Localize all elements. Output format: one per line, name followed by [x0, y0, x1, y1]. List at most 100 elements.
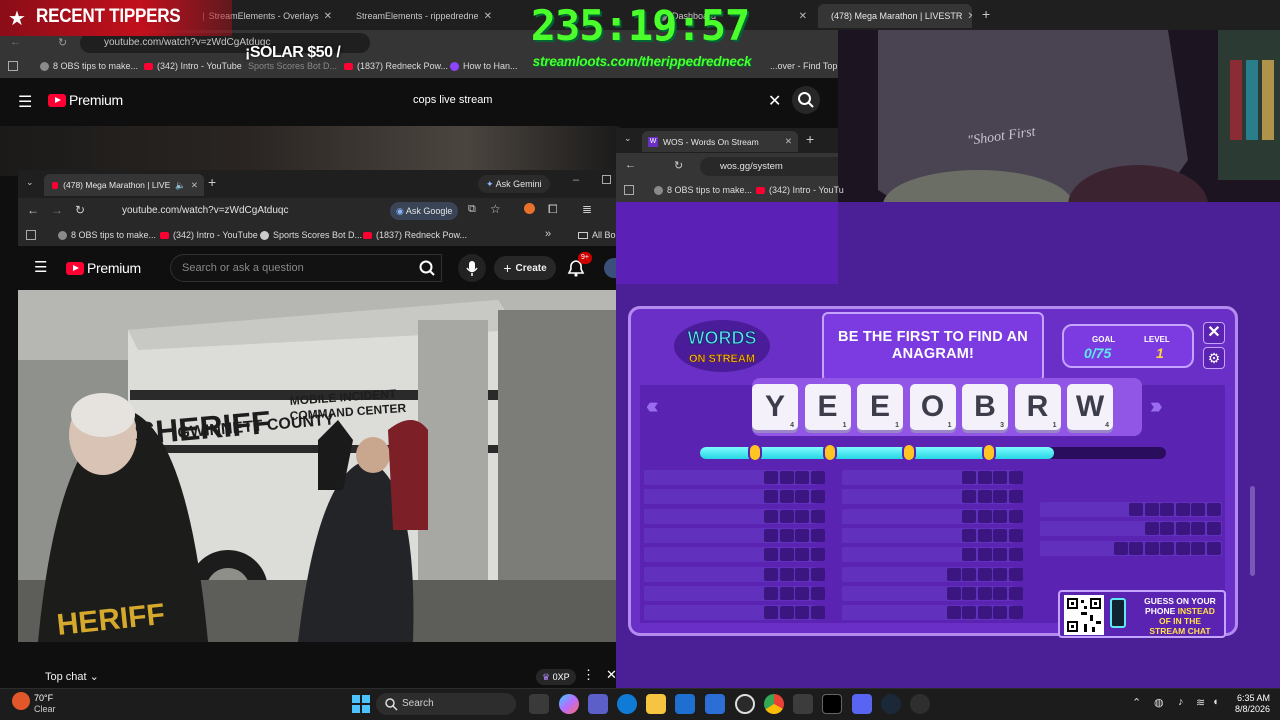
reload-icon[interactable]: ↻	[674, 159, 683, 172]
all-bookmarks[interactable]: All Bo	[578, 230, 616, 240]
more-options-icon[interactable]: ⋮	[582, 667, 595, 683]
level-value: 1	[1156, 345, 1164, 361]
app-icon[interactable]	[910, 694, 930, 714]
tab-mega-marathon[interactable]: (478) Mega Marathon | LIVESTR ✕	[818, 4, 972, 28]
close-icon[interactable]: ✕	[967, 11, 972, 22]
cast-icon[interactable]: ≣	[582, 202, 592, 216]
star-icon: ★	[8, 8, 26, 30]
wifi-icon[interactable]: ≋	[1196, 696, 1205, 709]
top-chat-dropdown[interactable]: Top chat ⌄	[45, 670, 99, 683]
back-arrow-icon[interactable]: ←	[27, 203, 39, 217]
letter-slot	[779, 509, 794, 523]
voice-search-button[interactable]	[458, 254, 486, 282]
front-search-button[interactable]	[412, 254, 444, 282]
back-arrow-icon[interactable]: ←	[10, 36, 21, 48]
apps-icon[interactable]	[624, 185, 634, 195]
tab-words-on-stream[interactable]: W WOS - Words On Stream ✕	[642, 131, 798, 152]
tab-streamelements[interactable]: StreamElements - rippedredne ✕	[343, 4, 495, 28]
obs-icon[interactable]	[735, 694, 755, 714]
video-player[interactable]: GWINNETT COUNTY SHERIFF MOBILE INCIDENT …	[18, 290, 616, 642]
menu-icon[interactable]: ☰	[34, 258, 47, 276]
apps-icon[interactable]	[8, 61, 18, 71]
reload-icon[interactable]: ↻	[58, 36, 67, 49]
new-tab-icon[interactable]: +	[208, 174, 216, 190]
volume-icon[interactable]: ◖	[1212, 696, 1219, 708]
clock-time[interactable]: 6:35 AM	[1230, 693, 1270, 703]
folder-icon	[578, 231, 588, 239]
letter-slot	[962, 586, 976, 600]
bookmark-obs-tips[interactable]: 8 OBS tips to make...	[58, 230, 156, 240]
windows-start-icon[interactable]	[352, 695, 370, 713]
edge-icon[interactable]	[617, 694, 637, 714]
apps-icon[interactable]	[26, 230, 36, 240]
copilot-icon[interactable]	[559, 694, 579, 714]
tab-search-icon[interactable]: ⌄	[624, 133, 632, 144]
terminal-icon[interactable]	[822, 694, 842, 714]
bookmark-intro[interactable]: (342) Intro - YouTu	[756, 185, 844, 195]
maximize-icon[interactable]	[602, 175, 611, 184]
extensions-puzzle-icon[interactable]: ⧠	[548, 202, 558, 217]
network-icon[interactable]: ◍	[1154, 696, 1164, 709]
close-icon[interactable]: ✕	[324, 11, 332, 22]
create-button[interactable]: + Create	[494, 256, 556, 280]
tab-search-icon[interactable]: ⌄	[26, 177, 34, 188]
close-button[interactable]: ✕	[1203, 322, 1225, 344]
wos-url-field[interactable]: wos.gg/system	[700, 157, 838, 176]
chat-header: ♛ 0XP ⋮ ✕	[18, 664, 628, 688]
clock-date[interactable]: 8/8/2026	[1230, 704, 1270, 714]
search-button[interactable]	[792, 86, 820, 114]
close-icon[interactable]: ✕	[799, 11, 807, 22]
scrollbar-thumb[interactable]	[1250, 486, 1255, 576]
back-search-input[interactable]: cops live stream	[400, 86, 788, 114]
minimize-icon[interactable]: –	[573, 174, 579, 186]
bookmark-star-icon[interactable]: ☆	[490, 202, 501, 216]
teams-icon[interactable]	[588, 694, 608, 714]
bookmark-redneck[interactable]: (1837) Redneck Pow...	[344, 61, 448, 71]
close-icon[interactable]: ✕	[785, 136, 792, 147]
more-bookmarks-icon[interactable]: »	[545, 228, 551, 240]
bookmark-obs-tips[interactable]: 8 OBS tips to make...	[654, 185, 752, 195]
steam-icon[interactable]	[881, 694, 901, 714]
front-search-input[interactable]: Search or ask a question	[170, 254, 442, 282]
letter-slot	[993, 548, 1007, 562]
file-explorer-icon[interactable]	[646, 694, 666, 714]
close-icon[interactable]: ✕	[191, 180, 198, 191]
outlook-icon[interactable]	[705, 694, 725, 714]
back-arrow-icon[interactable]: ←	[625, 159, 636, 171]
menu-icon[interactable]: ☰	[18, 92, 32, 112]
task-view-icon[interactable]	[529, 694, 549, 714]
new-tab-icon[interactable]: +	[982, 6, 990, 22]
store-icon[interactable]	[675, 694, 695, 714]
video-frame: GWINNETT COUNTY SHERIFF MOBILE INCIDENT …	[18, 290, 616, 642]
bookmark-intro[interactable]: (342) Intro - YouTube	[160, 230, 258, 240]
reload-icon[interactable]: ↻	[75, 203, 85, 217]
gear-icon[interactable]: ⚙	[1203, 347, 1225, 369]
speaker-icon[interactable]: 🔈	[175, 180, 186, 191]
forward-arrow-icon[interactable]: →	[51, 203, 63, 217]
extension-icon[interactable]	[524, 203, 535, 214]
bookmark-sports[interactable]: Sports Scores Bot D...	[248, 61, 337, 71]
weather-icon[interactable]	[12, 692, 30, 710]
app-icon[interactable]	[793, 694, 813, 714]
letter-slot	[1008, 490, 1023, 504]
chrome-icon[interactable]	[764, 694, 784, 714]
bookmark-sports[interactable]: Sports Scores Bot D...	[260, 230, 362, 240]
youtube-logo[interactable]: Premium	[66, 260, 141, 276]
front-url-field[interactable]: youtube.com/watch?v=zWdCgAtduqc	[100, 201, 380, 221]
youtube-logo[interactable]: Premium	[48, 92, 123, 108]
new-tab-icon[interactable]: +	[806, 131, 814, 147]
install-icon[interactable]: ⧉	[468, 203, 476, 216]
xp-badge[interactable]: ♛ 0XP	[536, 669, 576, 685]
discord-icon[interactable]	[852, 694, 872, 714]
search-icon	[419, 260, 435, 276]
ask-gemini-button[interactable]: ✦ Ask Gemini	[478, 175, 550, 193]
ask-google-button[interactable]: ◉ Ask Google	[390, 202, 459, 220]
letter-slot	[1191, 503, 1205, 516]
bookmark-redneck[interactable]: (1837) Redneck Pow...	[363, 230, 467, 240]
close-icon[interactable]: ✕	[484, 11, 492, 22]
microphone-icon[interactable]: ♪	[1178, 696, 1184, 708]
tab-front-mega-marathon[interactable]: (478) Mega Marathon | LIVE 🔈 ✕	[44, 174, 204, 196]
chevron-up-icon[interactable]: ⌃	[1132, 696, 1141, 709]
bookmark-obs-tips[interactable]: 8 OBS tips to make...	[40, 61, 138, 71]
bookmark-intro[interactable]: (342) Intro - YouTube	[144, 61, 242, 71]
